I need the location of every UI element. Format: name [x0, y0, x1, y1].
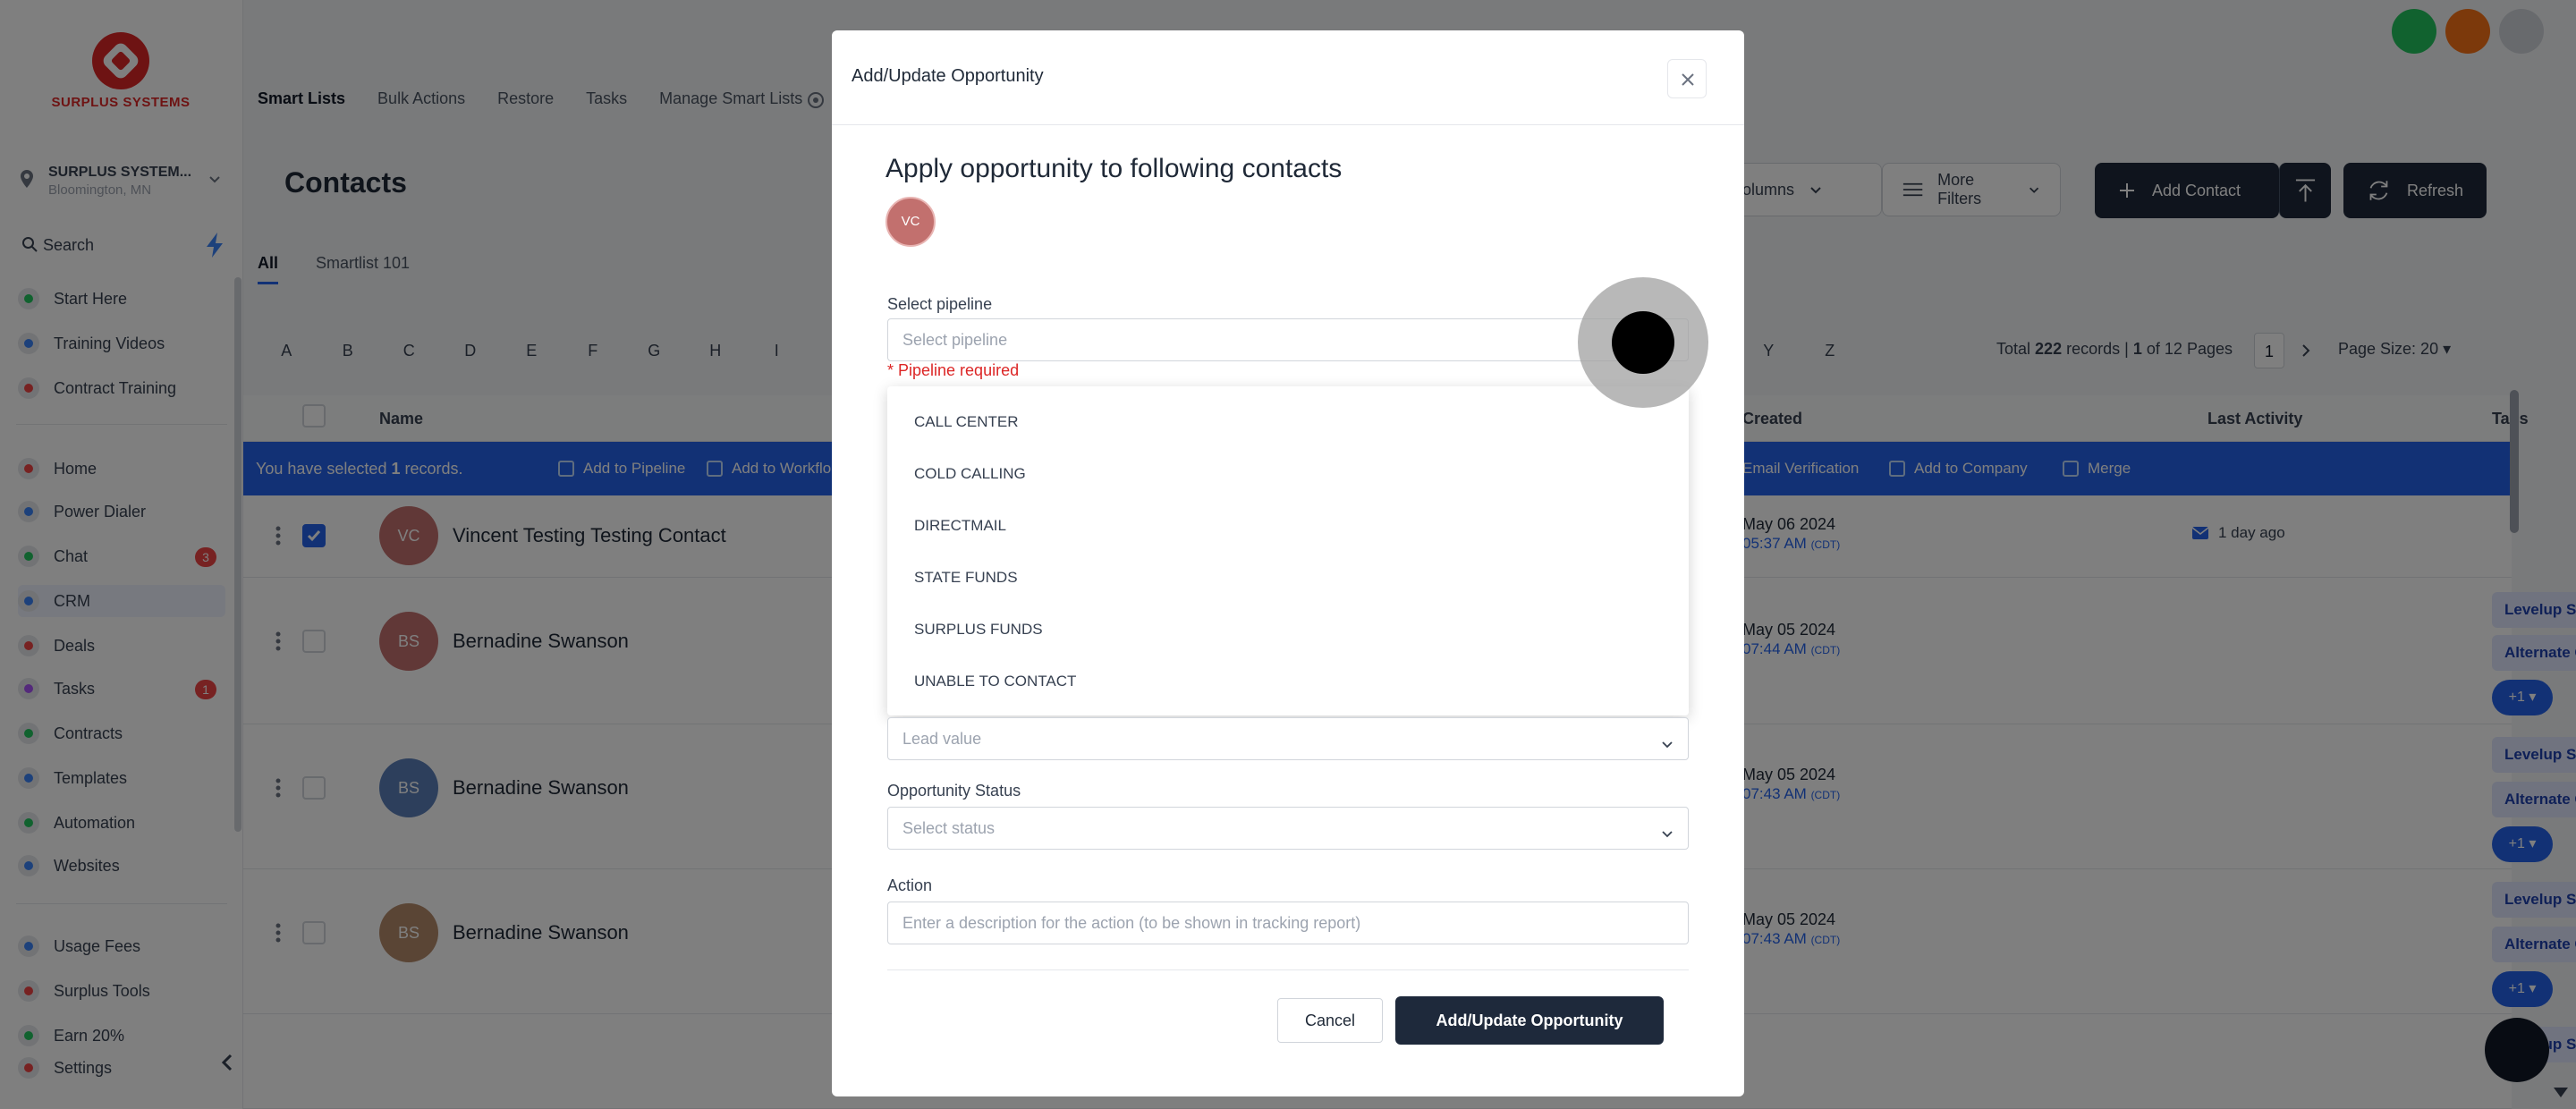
close-button[interactable] [1667, 59, 1707, 98]
pipeline-option-surplus-funds[interactable]: SURPLUS FUNDS [914, 621, 1043, 639]
pipeline-option-state-funds[interactable]: STATE FUNDS [914, 569, 1018, 587]
pipeline-dropdown-menu: CALL CENTER COLD CALLING DIRECTMAIL STAT… [887, 386, 1689, 715]
modal-divider [887, 969, 1689, 970]
pipeline-select[interactable]: Select pipeline [887, 318, 1689, 361]
action-label: Action [887, 876, 933, 894]
chevron-down-icon [1662, 831, 1673, 838]
cursor-indicator [1578, 277, 1708, 408]
status-placeholder: Select status [902, 819, 996, 837]
opportunity-status-label: Opportunity Status [887, 782, 1021, 800]
cancel-button[interactable]: Cancel [1277, 998, 1383, 1043]
action-input[interactable]: Enter a description for the action (to b… [887, 902, 1689, 944]
lead-value-placeholder: Lead value [902, 730, 982, 748]
pipeline-error: * Pipeline required [887, 361, 1020, 379]
contact-chip-avatar: VC [886, 197, 936, 247]
lead-value-input[interactable]: Lead value [887, 717, 1689, 760]
add-update-opportunity-button[interactable]: Add/Update Opportunity [1395, 996, 1664, 1045]
close-icon [1682, 73, 1694, 86]
pipeline-option-directmail[interactable]: DIRECTMAIL [914, 517, 1006, 535]
pipeline-option-unable-to-contact[interactable]: UNABLE TO CONTACT [914, 673, 1076, 690]
pipeline-label: Select pipeline [887, 295, 993, 313]
modal-title: Add/Update Opportunity [852, 66, 1044, 86]
modal-heading: Apply opportunity to following contacts [886, 154, 1343, 183]
opportunity-status-select[interactable]: Select status [887, 807, 1689, 850]
chevron-down-icon [1662, 741, 1673, 749]
add-update-opportunity-modal: Add/Update Opportunity Apply opportunity… [832, 30, 1744, 1096]
modal-header: Add/Update Opportunity [832, 30, 1744, 125]
pipeline-option-call-center[interactable]: CALL CENTER [914, 413, 1019, 431]
pipeline-option-cold-calling[interactable]: COLD CALLING [914, 465, 1026, 483]
